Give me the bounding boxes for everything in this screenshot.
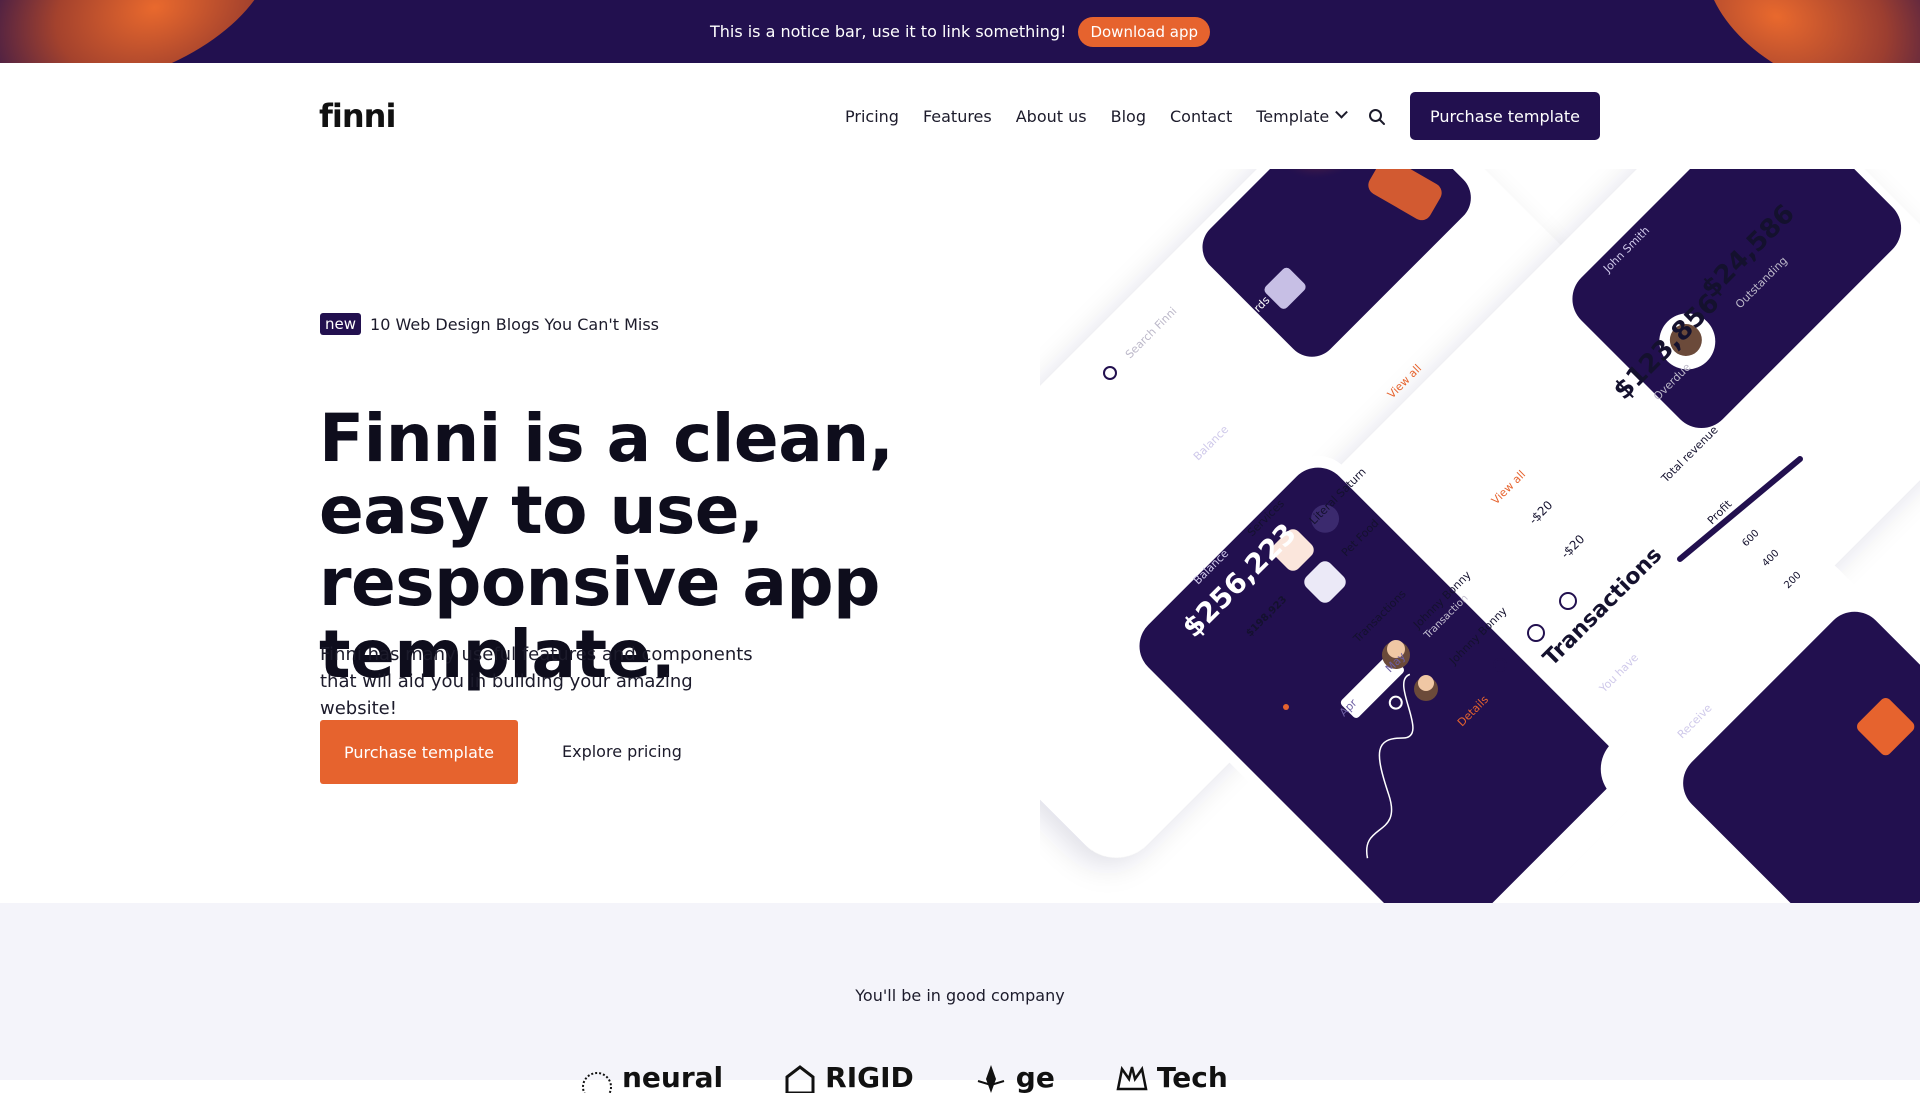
neural-logo-icon [582, 1071, 612, 1093]
mockup-art: Search Finni Cards **** 9898 Balance $25… [1040, 169, 1920, 903]
notice-text: This is a notice bar, use it to link som… [709, 22, 1067, 41]
notice-glow-decoration [1674, 0, 1920, 63]
brand-logo-tech: Tech [1115, 1061, 1228, 1094]
leaf-logo-icon [977, 1064, 1005, 1093]
brand-name-ge: ge [1015, 1061, 1055, 1094]
nav-template-label: Template [1256, 107, 1330, 126]
crown-logo-icon [1116, 1065, 1148, 1090]
brand-name-rigid: RIGID [825, 1061, 914, 1094]
nav-features[interactable]: Features [923, 107, 992, 126]
brand-name-neural: neural [622, 1061, 724, 1094]
nav-about-us[interactable]: About us [1016, 107, 1087, 126]
new-tag: new [320, 313, 362, 335]
brand-logo-rigid: RIGID [783, 1061, 914, 1094]
nav-contact[interactable]: Contact [1170, 107, 1232, 126]
notice-glow-decoration [0, 0, 303, 63]
chevron-down-icon [1335, 105, 1349, 119]
site-header: finni Pricing Features About us Blog Con… [0, 63, 1920, 169]
finni-logo[interactable]: finni [319, 97, 396, 135]
hero-purchase-button[interactable]: Purchase template [320, 720, 518, 784]
download-app-button[interactable]: Download app [1078, 16, 1211, 47]
notice-bar: This is a notice bar, use it to link som… [0, 0, 1920, 63]
announcement-text: 10 Web Design Blogs You Can't Miss [370, 314, 660, 334]
announcement-badge[interactable]: new 10 Web Design Blogs You Can't Miss [320, 313, 659, 335]
company-label: You'll be in good company [855, 986, 1065, 1005]
hero-subtitle: Finni has many useful features and compo… [320, 644, 753, 719]
main-nav: Pricing Features About us Blog Contact T… [845, 105, 1370, 126]
company-logos-section: You'll be in good company neural RIGID g… [0, 903, 1920, 1094]
nav-blog[interactable]: Blog [1111, 107, 1146, 126]
brand-name-tech: Tech [1156, 1061, 1228, 1094]
search-icon[interactable] [1368, 108, 1386, 126]
nav-template-dropdown[interactable]: Template [1256, 105, 1349, 126]
nav-pricing[interactable]: Pricing [845, 107, 899, 126]
badge-shadow [320, 341, 650, 361]
app-mockup-illustration: Search Finni Cards **** 9898 Balance $25… [1040, 169, 1920, 903]
rigid-logo-icon [785, 1064, 815, 1093]
brand-logo-neural: neural [580, 1061, 723, 1094]
purchase-template-button[interactable]: Purchase template [1410, 92, 1600, 140]
brand-logo-ge: ge [974, 1061, 1055, 1094]
brand-logo-row: neural RIGID ge Tech [580, 1061, 1288, 1094]
explore-pricing-link[interactable]: Explore pricing [562, 742, 682, 761]
hero-section: new 10 Web Design Blogs You Can't Miss F… [0, 169, 1920, 903]
